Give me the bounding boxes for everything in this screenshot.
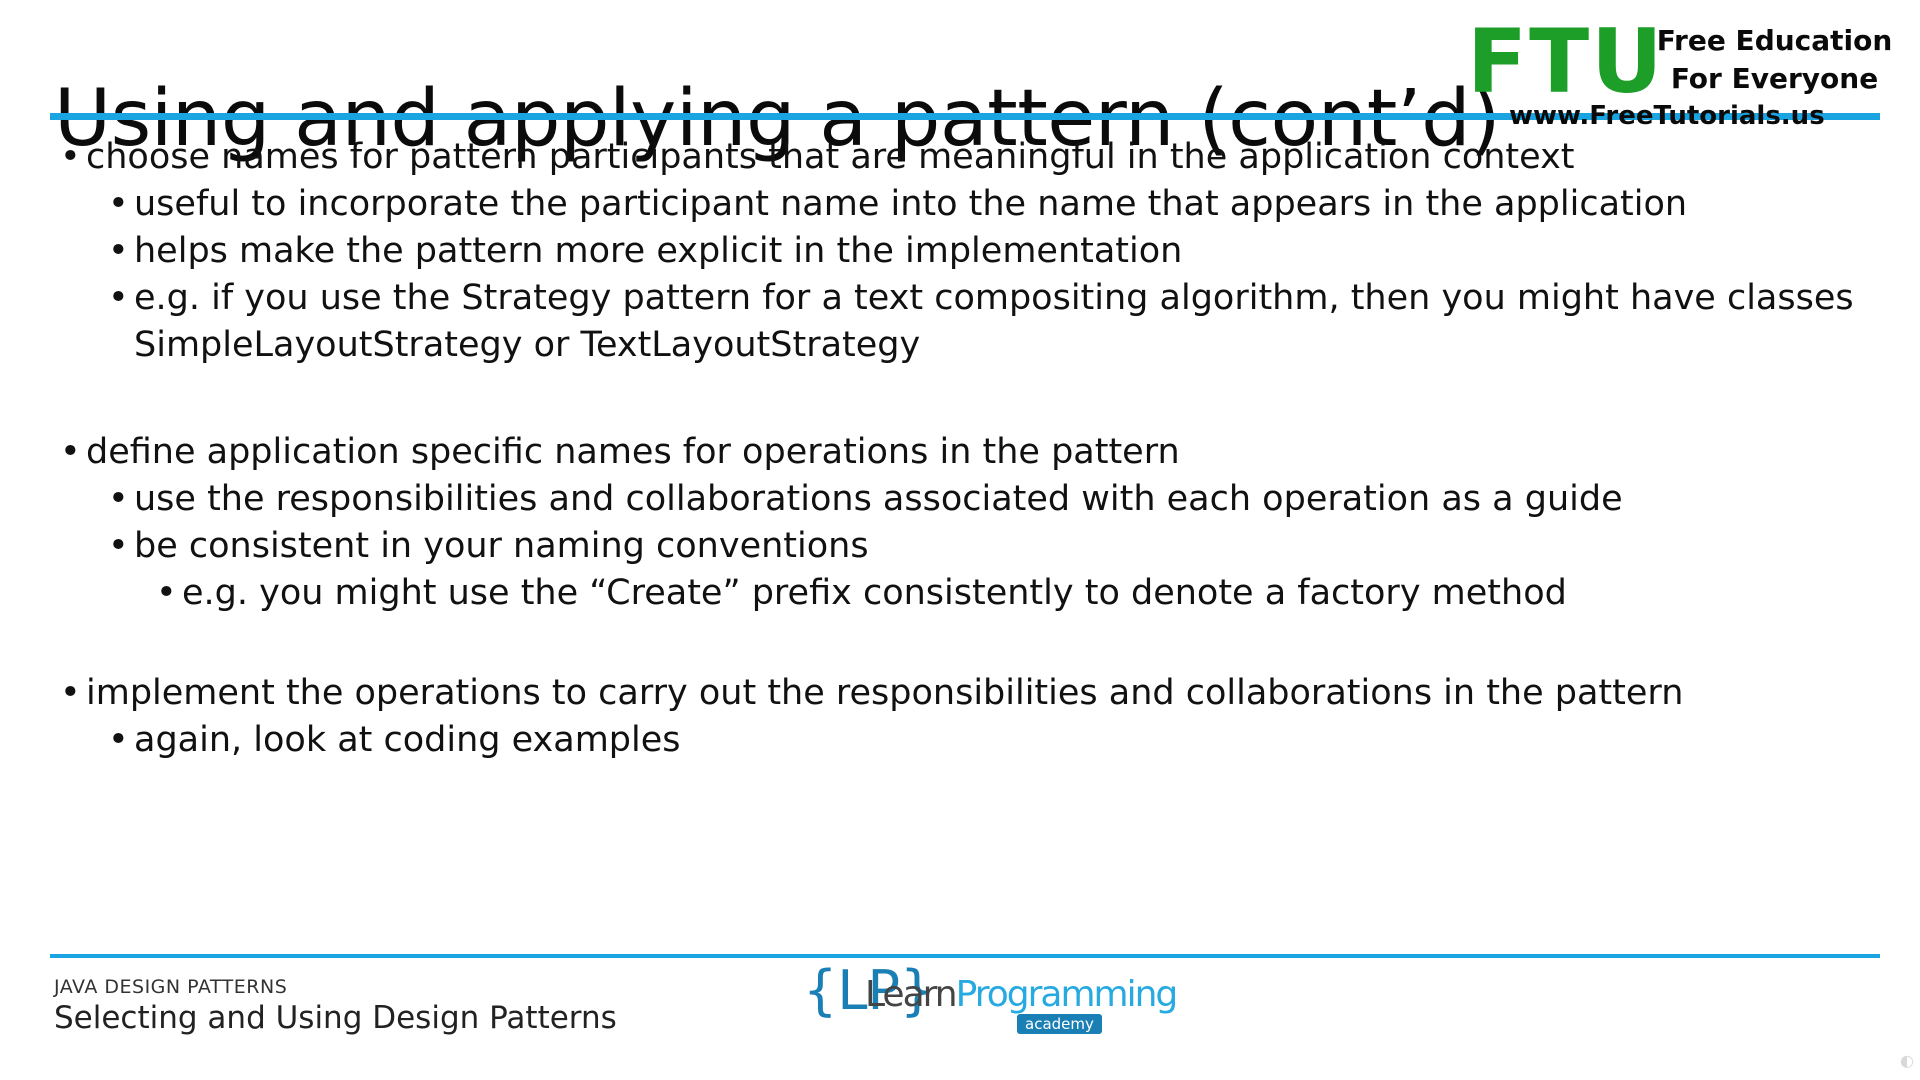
- section-name: Selecting and Using Design Patterns: [54, 1000, 617, 1036]
- bullet-item: choose names for pattern participants th…: [58, 134, 1858, 181]
- ftu-tagline-line1: Free Education: [1656, 24, 1893, 57]
- ftu-watermark: FTU Free Education For Everyone www.Free…: [1467, 18, 1902, 134]
- sub-bullet-item: useful to incorporate the participant na…: [106, 181, 1858, 228]
- sub-bullet-item: be consistent in your naming conventions: [106, 523, 1858, 570]
- sub-bullet-item: again, look at coding examples: [106, 717, 1858, 764]
- bullet-item: implement the operations to carry out th…: [58, 670, 1858, 717]
- learn-programming-academy-logo: {LP} LearnProgramming academy: [803, 964, 1178, 1036]
- udemy-watermark-icon: ◐: [1900, 1051, 1914, 1070]
- logo-programming: Programming: [955, 974, 1179, 1015]
- ftu-tagline-line2: For Everyone: [1670, 62, 1879, 95]
- sub-bullet-item: use the responsibilities and collaborati…: [106, 476, 1858, 523]
- logo-academy: academy: [1017, 1014, 1102, 1034]
- bullet-list: choose names for pattern participants th…: [58, 134, 1858, 764]
- footer-divider: [50, 954, 1880, 958]
- ftu-url: www.FreeTutorials.us: [1509, 101, 1825, 131]
- sub-sub-bullet-item: e.g. you might use the “Create” prefix c…: [154, 570, 1858, 617]
- logo-learn: Learn: [865, 974, 958, 1015]
- sub-bullet-item: helps make the pattern more explicit in …: [106, 228, 1858, 275]
- sub-bullet-item: e.g. if you use the Strategy pattern for…: [106, 275, 1858, 369]
- ftu-logo: FTU: [1467, 10, 1665, 113]
- bullet-item: define application specific names for op…: [58, 429, 1858, 476]
- course-name: JAVA DESIGN PATTERNS: [54, 976, 288, 998]
- ftu-tagline: Free Education For Everyone: [1647, 22, 1902, 98]
- logo-wordmark: LearnProgramming: [865, 974, 1179, 1015]
